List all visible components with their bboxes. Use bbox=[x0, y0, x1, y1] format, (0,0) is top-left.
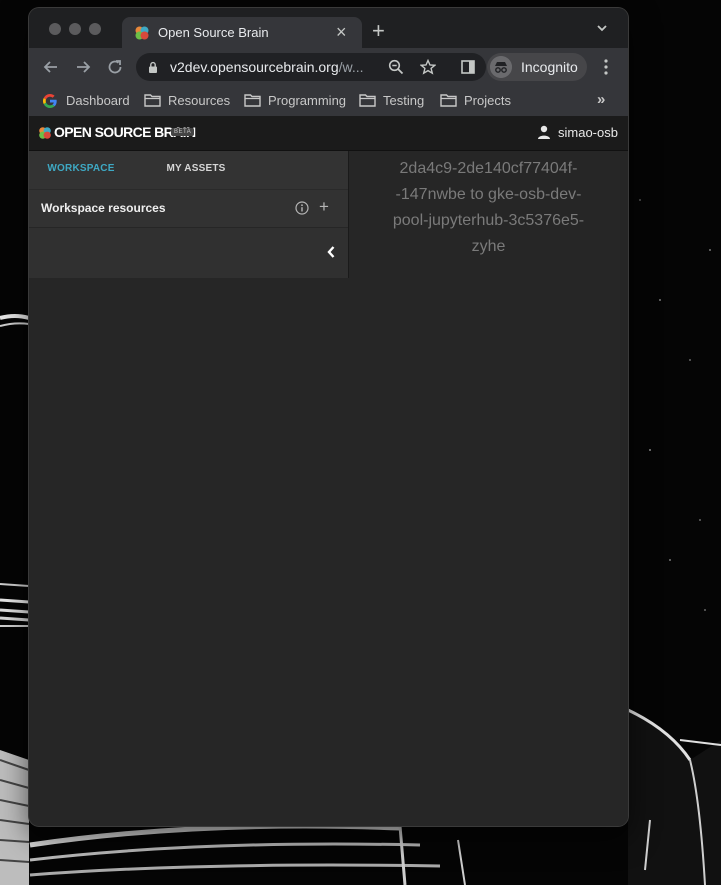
app-header: OPEN SOURCE BRAIN BETA simao-osb bbox=[29, 116, 628, 151]
user-icon[interactable] bbox=[537, 125, 551, 139]
browser-toolbar: v2dev.opensourcebrain.org/w... Incognito bbox=[29, 48, 628, 86]
workspace-resources-title: Workspace resources bbox=[41, 201, 166, 215]
bookmark-label: Programming bbox=[268, 93, 347, 108]
sidebar-collapse-row bbox=[29, 228, 348, 278]
add-resource-button[interactable]: + bbox=[319, 198, 329, 216]
bookmark-label: Testing bbox=[383, 93, 425, 108]
maximize-window-button[interactable] bbox=[89, 23, 101, 35]
browser-tab[interactable]: Open Source Brain × bbox=[122, 17, 362, 48]
side-panel-icon[interactable] bbox=[461, 60, 475, 74]
url-text: v2dev.opensourcebrain.org/w... bbox=[170, 59, 364, 75]
bookmark-star-icon[interactable] bbox=[420, 59, 436, 75]
forward-arrow-icon[interactable] bbox=[73, 57, 93, 77]
incognito-profile-button[interactable]: Incognito bbox=[487, 53, 587, 81]
tab-search-chevron-icon[interactable] bbox=[596, 22, 608, 34]
info-icon[interactable] bbox=[295, 201, 309, 215]
tab-my-assets[interactable]: MY ASSETS bbox=[133, 151, 259, 189]
browser-menu-icon[interactable] bbox=[604, 59, 608, 75]
beta-badge: BETA bbox=[171, 128, 195, 136]
tab-close-icon[interactable]: × bbox=[336, 22, 347, 42]
incognito-label: Incognito bbox=[521, 59, 578, 75]
folder-icon bbox=[359, 94, 376, 107]
reload-icon[interactable] bbox=[105, 57, 125, 77]
bookmark-label: Resources bbox=[168, 93, 231, 108]
tab-workspace[interactable]: WORKSPACE bbox=[29, 151, 133, 191]
username-label[interactable]: simao-osb bbox=[558, 125, 618, 140]
bookmarks-overflow-button[interactable]: » bbox=[597, 91, 605, 108]
tab-strip: Open Source Brain × + bbox=[29, 8, 628, 48]
back-arrow-icon[interactable] bbox=[41, 57, 61, 77]
new-tab-button[interactable]: + bbox=[372, 20, 385, 42]
status-log-text: 2da4c9-2de140cf77404f- -147nwbe to gke-o… bbox=[392, 160, 585, 255]
folder-icon bbox=[144, 94, 161, 107]
url-host: v2dev.opensourcebrain.org bbox=[170, 59, 339, 75]
lock-icon bbox=[149, 61, 157, 73]
workspace-resources-header: Workspace resources + bbox=[29, 190, 348, 228]
bookmarks-bar: Dashboard Resources Programming Testing bbox=[29, 86, 628, 116]
osb-favicon-icon bbox=[135, 26, 149, 40]
address-bar[interactable]: v2dev.opensourcebrain.org/w... bbox=[136, 53, 486, 81]
google-icon bbox=[43, 94, 57, 108]
workspace-main-area: 2da4c9-2de140cf77404f- -147nwbe to gke-o… bbox=[349, 151, 628, 826]
tab-title: Open Source Brain bbox=[158, 25, 269, 40]
bookmark-label: Projects bbox=[464, 93, 511, 108]
url-path: /w... bbox=[338, 59, 364, 75]
incognito-icon bbox=[490, 56, 512, 78]
folder-icon bbox=[244, 94, 261, 107]
bookmark-label: Dashboard bbox=[66, 93, 130, 108]
zoom-out-icon[interactable] bbox=[388, 59, 404, 75]
minimize-window-button[interactable] bbox=[69, 23, 81, 35]
close-window-button[interactable] bbox=[49, 23, 61, 35]
folder-icon bbox=[440, 94, 457, 107]
workspace-sidebar: WORKSPACE MY ASSETS Workspace resources … bbox=[29, 151, 349, 278]
chevron-left-icon[interactable] bbox=[326, 245, 336, 259]
osb-logo-icon[interactable] bbox=[38, 126, 52, 140]
browser-window: Open Source Brain × + v2dev.opensourcebr… bbox=[29, 8, 628, 826]
